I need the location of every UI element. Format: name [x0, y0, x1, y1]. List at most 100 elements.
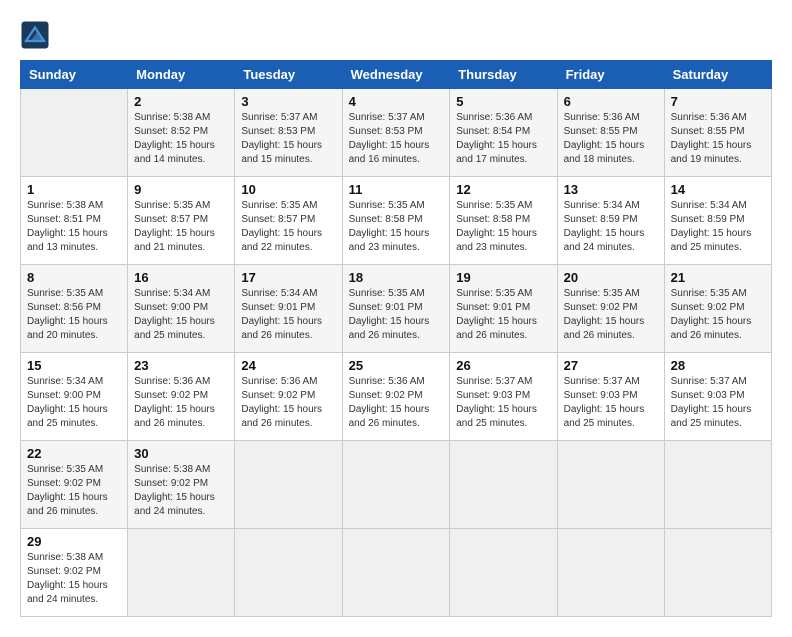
- day-number: 19: [456, 270, 550, 285]
- logo: [20, 20, 54, 50]
- day-number: 13: [564, 182, 658, 197]
- calendar-cell: 14 Sunrise: 5:34 AMSunset: 8:59 PMDayligh…: [664, 177, 771, 265]
- calendar-cell: [450, 529, 557, 617]
- calendar-cell: 20 Sunrise: 5:35 AMSunset: 9:02 PMDayligh…: [557, 265, 664, 353]
- day-info: Sunrise: 5:36 AMSunset: 8:55 PMDaylight:…: [564, 111, 658, 167]
- calendar-cell: 27 Sunrise: 5:37 AMSunset: 9:03 PMDayligh…: [557, 353, 664, 441]
- day-info: Sunrise: 5:37 AMSunset: 8:53 PMDaylight:…: [349, 111, 444, 167]
- day-number: 29: [27, 534, 121, 549]
- calendar-cell: 9Sunrise: 5:35 AMSunset: 8:57 PMDaylight…: [128, 177, 235, 265]
- day-number: 27: [564, 358, 658, 373]
- calendar-cell: 3 Sunrise: 5:37 AMSunset: 8:53 PMDaylight…: [235, 89, 342, 177]
- calendar-cell: 15Sunrise: 5:34 AMSunset: 9:00 PMDayligh…: [21, 353, 128, 441]
- calendar-cell: 12 Sunrise: 5:35 AMSunset: 8:58 PMDayligh…: [450, 177, 557, 265]
- day-info: Sunrise: 5:37 AMSunset: 9:03 PMDaylight:…: [671, 375, 765, 431]
- calendar-cell: [235, 441, 342, 529]
- calendar-cell: [342, 441, 450, 529]
- day-info: Sunrise: 5:34 AMSunset: 9:00 PMDaylight:…: [134, 287, 228, 343]
- header-tuesday: Tuesday: [235, 61, 342, 89]
- calendar-cell: 5Sunrise: 5:36 AMSunset: 8:54 PMDaylight…: [450, 89, 557, 177]
- calendar-cell: 25 Sunrise: 5:36 AMSunset: 9:02 PMDayligh…: [342, 353, 450, 441]
- day-number: 14: [671, 182, 765, 197]
- day-number: 23: [134, 358, 228, 373]
- calendar-cell: 21Sunrise: 5:35 AMSunset: 9:02 PMDayligh…: [664, 265, 771, 353]
- day-number: 21: [671, 270, 765, 285]
- calendar-cell: [557, 529, 664, 617]
- day-number: 20: [564, 270, 658, 285]
- calendar-cell: [664, 529, 771, 617]
- week-row-3: 15Sunrise: 5:34 AMSunset: 9:00 PMDayligh…: [21, 353, 772, 441]
- header-saturday: Saturday: [664, 61, 771, 89]
- calendar-cell: [342, 529, 450, 617]
- day-info: Sunrise: 5:35 AMSunset: 9:02 PMDaylight:…: [27, 463, 121, 519]
- day-info: Sunrise: 5:37 AMSunset: 8:53 PMDaylight:…: [241, 111, 335, 167]
- day-info: Sunrise: 5:35 AMSunset: 8:56 PMDaylight:…: [27, 287, 121, 343]
- calendar-cell: 26Sunrise: 5:37 AMSunset: 9:03 PMDayligh…: [450, 353, 557, 441]
- header-wednesday: Wednesday: [342, 61, 450, 89]
- calendar-cell: [128, 529, 235, 617]
- day-info: Sunrise: 5:38 AMSunset: 9:02 PMDaylight:…: [27, 551, 121, 607]
- day-number: 8: [27, 270, 121, 285]
- day-number: 9: [134, 182, 228, 197]
- day-number: 17: [241, 270, 335, 285]
- day-number: 4: [349, 94, 444, 109]
- calendar-cell: 2 Sunrise: 5:38 AMSunset: 8:52 PMDaylight…: [128, 89, 235, 177]
- calendar-cell: [664, 441, 771, 529]
- day-number: 3: [241, 94, 335, 109]
- day-number: 12: [456, 182, 550, 197]
- day-info: Sunrise: 5:34 AMSunset: 9:00 PMDaylight:…: [27, 375, 121, 431]
- day-info: Sunrise: 5:36 AMSunset: 8:55 PMDaylight:…: [671, 111, 765, 167]
- week-row-5: 29 Sunrise: 5:38 AMSunset: 9:02 PMDayligh…: [21, 529, 772, 617]
- calendar-cell: 19Sunrise: 5:35 AMSunset: 9:01 PMDayligh…: [450, 265, 557, 353]
- calendar-header-row: SundayMondayTuesdayWednesdayThursdayFrid…: [21, 61, 772, 89]
- calendar-cell: 16 Sunrise: 5:34 AMSunset: 9:00 PMDayligh…: [128, 265, 235, 353]
- calendar-cell: 23 Sunrise: 5:36 AMSunset: 9:02 PMDayligh…: [128, 353, 235, 441]
- day-info: Sunrise: 5:36 AMSunset: 9:02 PMDaylight:…: [349, 375, 444, 431]
- calendar-cell: [557, 441, 664, 529]
- calendar-cell: [450, 441, 557, 529]
- day-number: 10: [241, 182, 335, 197]
- day-info: Sunrise: 5:38 AMSunset: 8:52 PMDaylight:…: [134, 111, 228, 167]
- day-number: 2: [134, 94, 228, 109]
- calendar-cell: 6 Sunrise: 5:36 AMSunset: 8:55 PMDaylight…: [557, 89, 664, 177]
- header-monday: Monday: [128, 61, 235, 89]
- day-info: Sunrise: 5:35 AMSunset: 8:58 PMDaylight:…: [456, 199, 550, 255]
- calendar-cell: 29 Sunrise: 5:38 AMSunset: 9:02 PMDayligh…: [21, 529, 128, 617]
- day-info: Sunrise: 5:35 AMSunset: 8:57 PMDaylight:…: [241, 199, 335, 255]
- day-info: Sunrise: 5:34 AMSunset: 9:01 PMDaylight:…: [241, 287, 335, 343]
- day-number: 16: [134, 270, 228, 285]
- day-number: 6: [564, 94, 658, 109]
- header-thursday: Thursday: [450, 61, 557, 89]
- day-info: Sunrise: 5:35 AMSunset: 9:01 PMDaylight:…: [349, 287, 444, 343]
- day-number: 25: [349, 358, 444, 373]
- calendar-cell: 10 Sunrise: 5:35 AMSunset: 8:57 PMDayligh…: [235, 177, 342, 265]
- calendar-cell: 24Sunrise: 5:36 AMSunset: 9:02 PMDayligh…: [235, 353, 342, 441]
- calendar-cell: [235, 529, 342, 617]
- day-number: 18: [349, 270, 444, 285]
- day-number: 26: [456, 358, 550, 373]
- day-info: Sunrise: 5:38 AMSunset: 8:51 PMDaylight:…: [27, 199, 121, 255]
- calendar-cell: 4 Sunrise: 5:37 AMSunset: 8:53 PMDaylight…: [342, 89, 450, 177]
- logo-icon: [20, 20, 50, 50]
- day-info: Sunrise: 5:36 AMSunset: 9:02 PMDaylight:…: [134, 375, 228, 431]
- week-row-2: 8 Sunrise: 5:35 AMSunset: 8:56 PMDaylight…: [21, 265, 772, 353]
- day-number: 28: [671, 358, 765, 373]
- header-sunday: Sunday: [21, 61, 128, 89]
- day-info: Sunrise: 5:35 AMSunset: 9:02 PMDaylight:…: [564, 287, 658, 343]
- calendar-cell: 7 Sunrise: 5:36 AMSunset: 8:55 PMDaylight…: [664, 89, 771, 177]
- calendar-cell: 22Sunrise: 5:35 AMSunset: 9:02 PMDayligh…: [21, 441, 128, 529]
- calendar-cell: 11Sunrise: 5:35 AMSunset: 8:58 PMDayligh…: [342, 177, 450, 265]
- page-header: [20, 20, 772, 50]
- calendar-cell: [21, 89, 128, 177]
- week-row-1: 1 Sunrise: 5:38 AMSunset: 8:51 PMDaylight…: [21, 177, 772, 265]
- day-info: Sunrise: 5:36 AMSunset: 9:02 PMDaylight:…: [241, 375, 335, 431]
- day-number: 30: [134, 446, 228, 461]
- day-info: Sunrise: 5:37 AMSunset: 9:03 PMDaylight:…: [564, 375, 658, 431]
- day-number: 1: [27, 182, 121, 197]
- calendar-cell: 8 Sunrise: 5:35 AMSunset: 8:56 PMDaylight…: [21, 265, 128, 353]
- calendar-cell: 13Sunrise: 5:34 AMSunset: 8:59 PMDayligh…: [557, 177, 664, 265]
- calendar-cell: 28 Sunrise: 5:37 AMSunset: 9:03 PMDayligh…: [664, 353, 771, 441]
- calendar-cell: 1 Sunrise: 5:38 AMSunset: 8:51 PMDaylight…: [21, 177, 128, 265]
- day-number: 7: [671, 94, 765, 109]
- day-info: Sunrise: 5:34 AMSunset: 8:59 PMDaylight:…: [671, 199, 765, 255]
